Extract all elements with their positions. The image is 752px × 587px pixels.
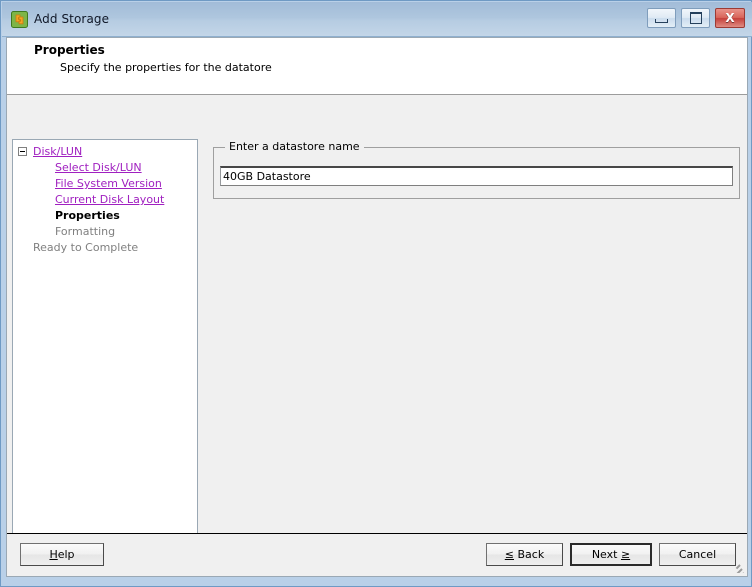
close-icon: X bbox=[725, 11, 735, 25]
close-button[interactable]: X bbox=[715, 8, 745, 28]
cancel-button-label: Cancel bbox=[678, 548, 717, 561]
wizard-step-current-disk-layout[interactable]: Current Disk Layout bbox=[13, 192, 197, 208]
window-title: Add Storage bbox=[34, 12, 110, 26]
wizard-header: Properties Specify the properties for th… bbox=[7, 38, 747, 95]
dialog-client-area: Properties Specify the properties for th… bbox=[6, 37, 748, 577]
wizard-step-label: Formatting bbox=[55, 225, 116, 238]
help-button[interactable]: Help bbox=[20, 543, 104, 566]
dialog-button-bar: Help ≤ Back Next ≥ Cancel bbox=[7, 533, 747, 576]
wizard-step-label: File System Version bbox=[55, 177, 162, 190]
add-storage-icon bbox=[11, 11, 28, 28]
minimize-button[interactable] bbox=[647, 8, 676, 28]
back-button[interactable]: ≤ Back bbox=[486, 543, 563, 566]
wizard-step-label: Disk/LUN bbox=[33, 145, 83, 158]
wizard-step-disk-lun[interactable]: Disk/LUN bbox=[13, 144, 197, 160]
add-storage-window: Add Storage X Properties Specify the pro… bbox=[0, 0, 752, 587]
window-titlebar[interactable]: Add Storage X bbox=[2, 2, 752, 37]
wizard-step-tree: Disk/LUN Select Disk/LUN File System Versi… bbox=[12, 139, 198, 567]
help-button-label: Help bbox=[49, 548, 75, 561]
wizard-step-ready-to-complete: Ready to Complete bbox=[13, 240, 197, 256]
wizard-step-formatting: Formatting bbox=[13, 224, 197, 240]
datastore-name-groupbox: Enter a datastore name bbox=[213, 140, 740, 199]
wizard-step-properties: Properties bbox=[13, 208, 197, 224]
page-subtitle: Specify the properties for the datatore bbox=[60, 61, 272, 74]
cancel-button[interactable]: Cancel bbox=[659, 543, 736, 566]
wizard-step-label: Properties bbox=[55, 209, 120, 222]
wizard-step-file-system-version[interactable]: File System Version bbox=[13, 176, 197, 192]
maximize-button[interactable] bbox=[681, 8, 710, 28]
wizard-step-select-disk-lun[interactable]: Select Disk/LUN bbox=[13, 160, 197, 176]
back-button-label: ≤ Back bbox=[504, 548, 545, 561]
minimize-icon bbox=[648, 9, 675, 27]
page-title: Properties bbox=[34, 43, 105, 57]
maximize-icon bbox=[682, 9, 709, 27]
next-button-label: Next ≥ bbox=[591, 548, 631, 561]
wizard-step-label: Current Disk Layout bbox=[55, 193, 165, 206]
groupbox-legend: Enter a datastore name bbox=[225, 140, 364, 153]
wizard-step-label: Select Disk/LUN bbox=[55, 161, 142, 174]
wizard-step-label: Ready to Complete bbox=[33, 241, 139, 254]
wizard-body: Disk/LUN Select Disk/LUN File System Versi… bbox=[7, 95, 747, 567]
datastore-name-input[interactable] bbox=[220, 166, 733, 186]
collapse-minus-icon[interactable] bbox=[18, 147, 27, 156]
next-button[interactable]: Next ≥ bbox=[570, 543, 652, 566]
wizard-content: Enter a datastore name bbox=[207, 139, 741, 567]
resize-grip[interactable] bbox=[731, 560, 744, 573]
